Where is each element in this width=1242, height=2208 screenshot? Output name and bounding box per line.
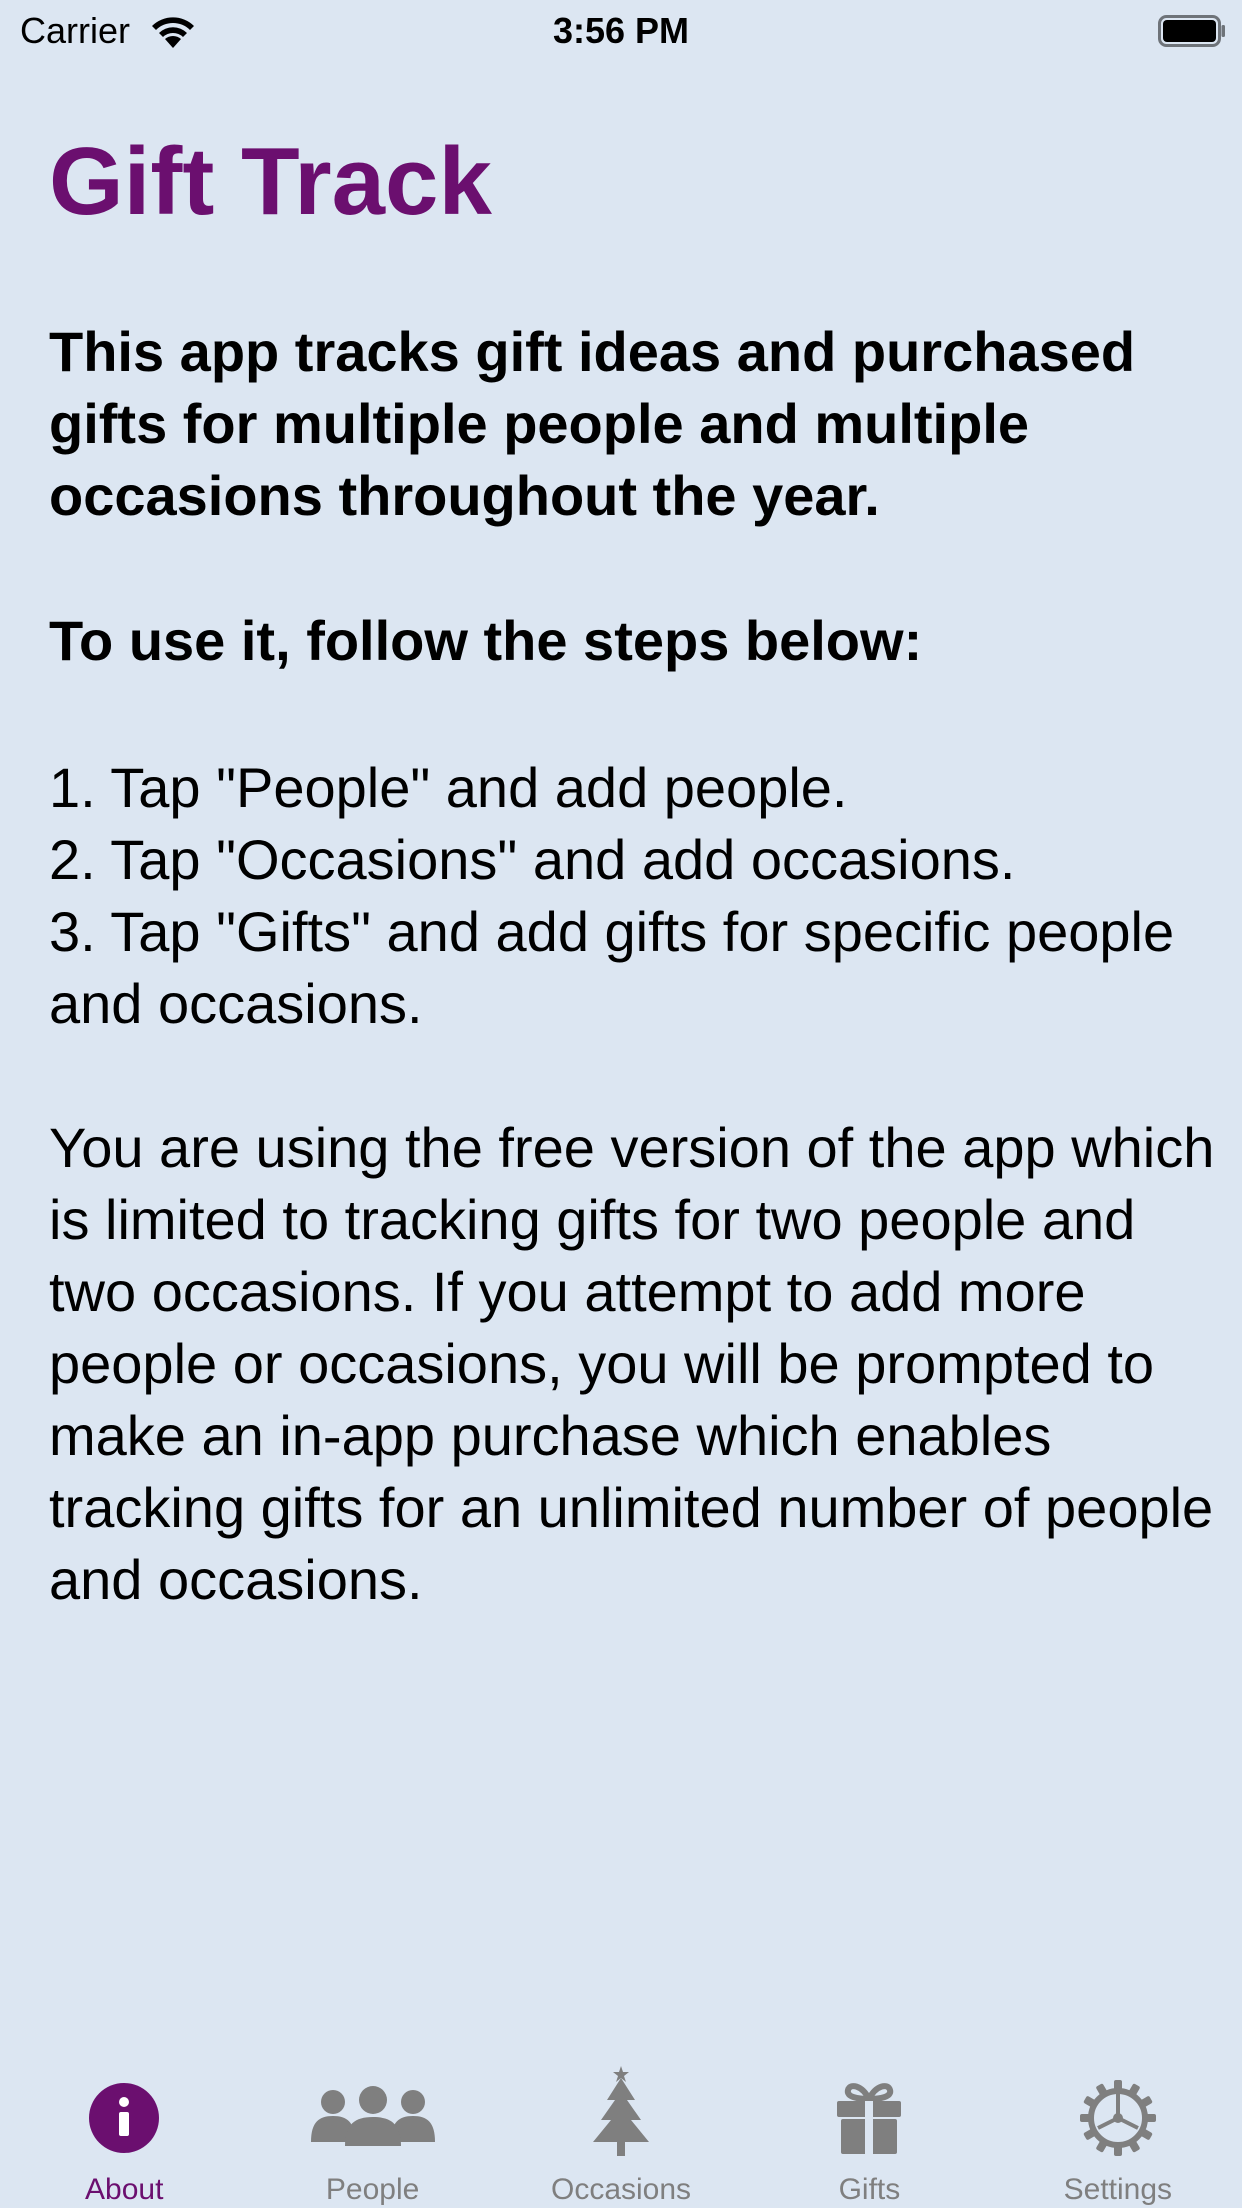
tree-icon	[575, 2066, 667, 2162]
tab-label: Occasions	[550, 2173, 692, 2206]
gear-icon	[1072, 2078, 1164, 2158]
tab-about[interactable]: About	[0, 2048, 248, 2208]
steps-list: 1. Tap "People" and add people. 2. Tap "…	[49, 752, 1214, 1040]
tab-occasions[interactable]: Occasions	[497, 2048, 745, 2208]
step-item: 1. Tap "People" and add people.	[49, 756, 848, 819]
steps-heading: To use it, follow the steps below:	[49, 609, 923, 672]
intro-text: This app tracks gift ideas and purchased…	[49, 320, 1136, 527]
step-item: 3. Tap "Gifts" and add gifts for specifi…	[49, 900, 1175, 1035]
people-icon	[308, 2078, 438, 2158]
info-icon	[78, 2078, 170, 2158]
status-bar: Carrier 3:56 PM	[0, 0, 1242, 62]
tab-label: About	[85, 2173, 164, 2206]
clock: 3:56 PM	[552, 10, 690, 51]
tab-bar: About People Occasions Gifts Settings	[0, 2048, 1242, 2208]
tab-people[interactable]: People	[248, 2048, 496, 2208]
step-item: 2. Tap "Occasions" and add occasions.	[49, 828, 1016, 891]
free-version-notice: You are using the free version of the ap…	[49, 1116, 1215, 1611]
tab-label: Gifts	[838, 2173, 901, 2206]
gift-icon	[823, 2078, 915, 2158]
battery-icon	[1158, 15, 1225, 47]
tab-settings[interactable]: Settings	[994, 2048, 1242, 2208]
tab-gifts[interactable]: Gifts	[745, 2048, 993, 2208]
tab-label: People	[325, 2173, 420, 2206]
page-title: Gift Track	[49, 128, 492, 235]
tab-label: Settings	[1063, 2173, 1173, 2206]
